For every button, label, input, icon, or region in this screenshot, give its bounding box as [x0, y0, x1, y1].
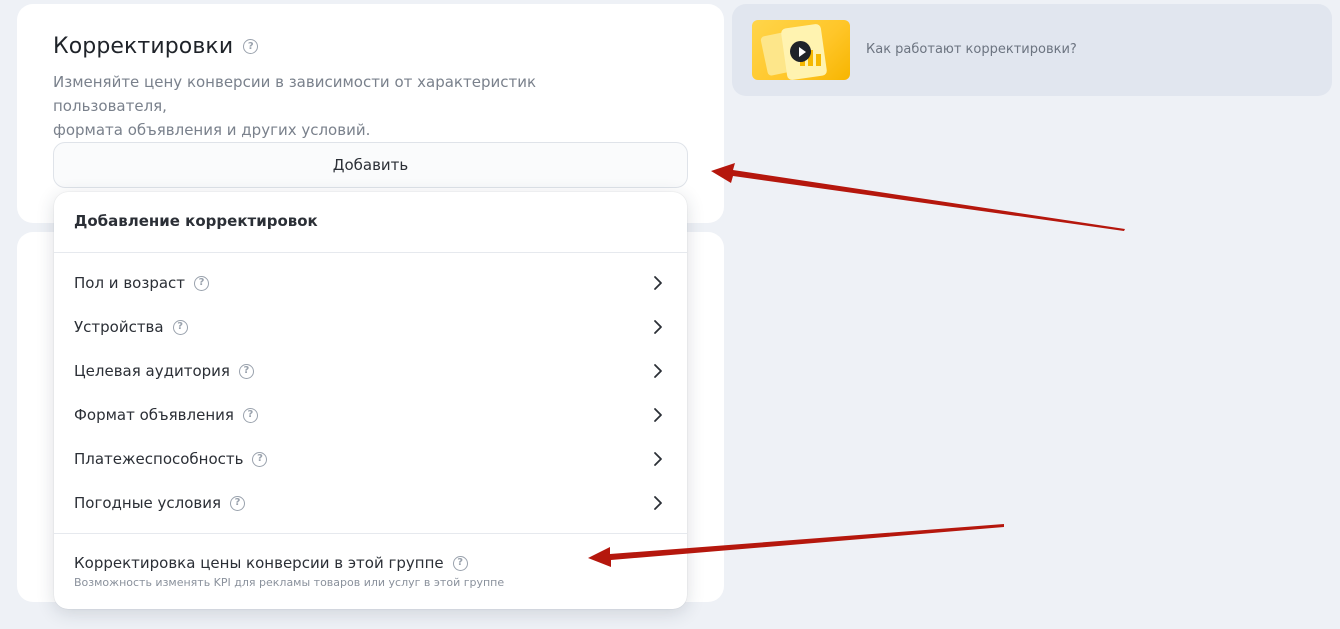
- menu-item-label: Платежеспособность: [74, 450, 244, 468]
- dropdown-title: Добавление корректировок: [74, 212, 318, 230]
- menu-item-conversion-price-group[interactable]: Корректировка цены конверсии в этой груп…: [74, 554, 504, 589]
- help-icon[interactable]: ?: [242, 407, 258, 423]
- description: Изменяйте цену конверсии в зависимости о…: [53, 70, 653, 142]
- menu-item-label: Целевая аудитория: [74, 362, 230, 380]
- page-title: Корректировки: [53, 34, 234, 59]
- menu-item-weather[interactable]: Погодные условия ?: [54, 481, 687, 525]
- how-it-works-card[interactable]: Как работают корректировки?: [732, 4, 1332, 96]
- title-row: Корректировки ?: [53, 34, 259, 59]
- page: Корректировки ? Изменяйте цену конверсии…: [0, 0, 1340, 629]
- add-button[interactable]: Добавить: [53, 142, 688, 188]
- description-line: Изменяйте цену конверсии в зависимости о…: [53, 73, 537, 115]
- chevron-right-icon: [654, 452, 662, 466]
- menu-item-solvency[interactable]: Платежеспособность ?: [54, 437, 687, 481]
- help-icon[interactable]: ?: [172, 319, 188, 335]
- help-icon[interactable]: ?: [452, 555, 468, 571]
- menu-item-label: Погодные условия: [74, 494, 222, 512]
- chevron-right-icon: [654, 364, 662, 378]
- chevron-right-icon: [654, 276, 662, 290]
- menu-item-label: Пол и возраст: [74, 274, 186, 292]
- menu-item-sublabel: Возможность изменять KPI для рекламы тов…: [74, 576, 505, 589]
- adjustments-card: Корректировки ? Изменяйте цену конверсии…: [17, 4, 724, 223]
- chevron-right-icon: [654, 408, 662, 422]
- play-video-icon[interactable]: [790, 41, 811, 62]
- help-icon[interactable]: ?: [230, 495, 246, 511]
- chevron-right-icon: [654, 496, 662, 510]
- help-icon[interactable]: ?: [238, 363, 254, 379]
- description-line: формата объявления и других условий.: [53, 121, 371, 139]
- divider: [54, 533, 687, 534]
- help-icon[interactable]: ?: [243, 39, 259, 54]
- divider: [54, 252, 687, 253]
- annotation-arrow: [711, 163, 1125, 231]
- menu-item-ad-format[interactable]: Формат объявления ?: [54, 393, 687, 437]
- chevron-right-icon: [654, 320, 662, 334]
- menu-item-label: Устройства: [74, 318, 164, 336]
- menu-item-label: Формат объявления: [74, 406, 234, 424]
- menu-item-gender-age[interactable]: Пол и возраст ?: [54, 261, 687, 305]
- help-icon[interactable]: ?: [194, 275, 210, 291]
- add-adjustments-dropdown: Добавление корректировок Пол и возраст ?…: [54, 192, 687, 609]
- video-thumbnail[interactable]: [752, 20, 850, 80]
- how-it-works-link[interactable]: Как работают корректировки?: [866, 42, 1077, 57]
- menu-item-target-audience[interactable]: Целевая аудитория ?: [54, 349, 687, 393]
- menu-item-label: Корректировка цены конверсии в этой груп…: [74, 554, 444, 572]
- menu-item-devices[interactable]: Устройства ?: [54, 305, 687, 349]
- help-icon[interactable]: ?: [252, 451, 268, 467]
- menu-item-row: Корректировка цены конверсии в этой груп…: [74, 554, 504, 572]
